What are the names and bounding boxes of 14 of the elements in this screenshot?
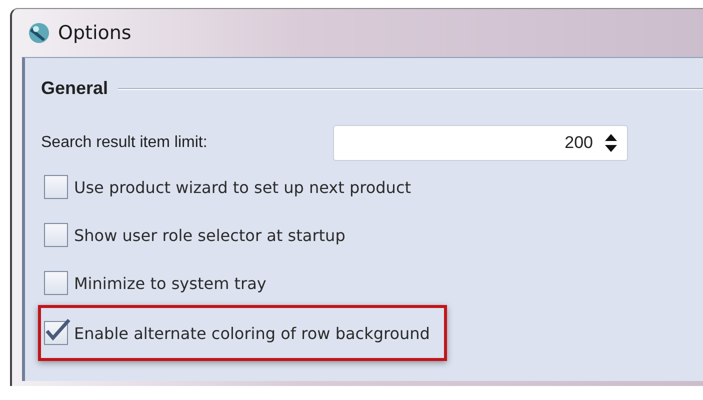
checkbox-label: Enable alternate coloring of row background <box>74 324 430 342</box>
checkbox[interactable] <box>44 175 68 199</box>
checkbox[interactable] <box>44 321 68 345</box>
section-title: General <box>41 78 108 99</box>
checkbox-label: Show user role selector at startup <box>74 226 346 244</box>
checkbox[interactable] <box>44 271 68 295</box>
app-icon <box>28 22 50 44</box>
checkbox-label: Minimize to system tray <box>74 274 266 292</box>
checkbox[interactable] <box>44 223 68 247</box>
checkbox-label: Use product wizard to set up next product <box>74 178 412 196</box>
field-label: Search result item limit: <box>41 134 208 152</box>
window-title: Options <box>58 22 132 44</box>
item-limit-spinner[interactable]: 200 <box>333 125 628 161</box>
up-down-arrows-icon[interactable] <box>605 133 617 153</box>
